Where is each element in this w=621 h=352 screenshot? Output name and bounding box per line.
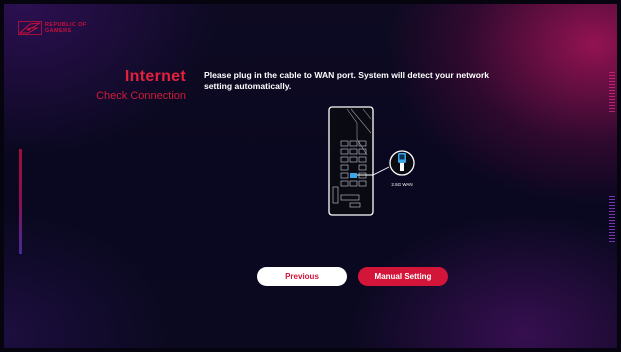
rog-eye-icon [18,21,42,35]
wan-port-highlight [350,173,357,178]
brand-name: REPUBLIC OF GAMERS [45,22,93,34]
previous-button[interactable]: Previous [257,267,347,286]
right-accent-stripe-bottom [609,196,615,244]
router-illustration: 2.5G WAN [328,106,415,216]
wan-port-label: 2.5G WAN [391,182,412,187]
setup-wizard-screen: REPUBLIC OF GAMERS Internet Check Connec… [4,4,617,348]
rog-logo: REPUBLIC OF GAMERS [18,21,93,35]
right-accent-stripe-top [609,72,615,114]
page-title: Internet [124,68,186,85]
left-accent-stripe [19,149,22,254]
brand-line-2: GAMERS [45,28,72,34]
manual-setting-button[interactable]: Manual Setting [358,267,448,286]
page-subtitle: Check Connection [96,90,186,102]
instruction-text: Please plug in the cable to WAN port. Sy… [204,70,490,91]
